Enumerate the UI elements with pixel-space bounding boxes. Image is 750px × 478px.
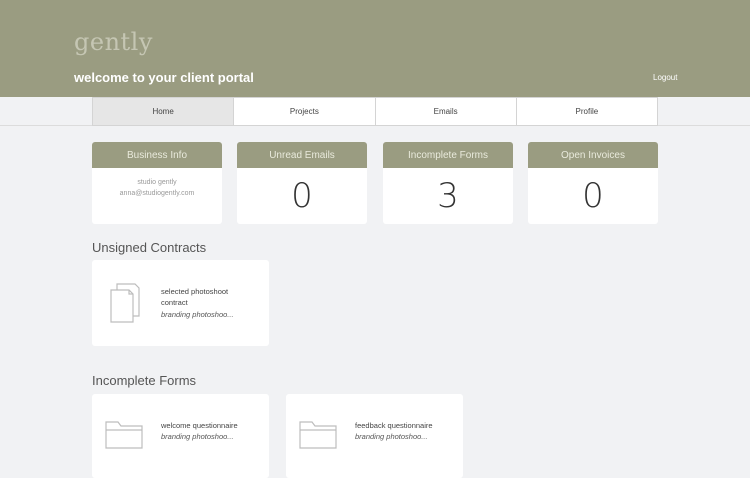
header: gently welcome to your client portal Log… <box>0 0 750 97</box>
unread-emails-card[interactable]: Unread Emails 0 <box>237 142 367 224</box>
open-invoices-card[interactable]: Open Invoices 0 <box>528 142 658 224</box>
welcome-title: welcome to your client portal <box>74 70 254 85</box>
document-icon <box>109 282 141 329</box>
form-card[interactable]: welcome questionnaire branding photoshoo… <box>92 394 269 478</box>
incomplete-forms-count: 3 <box>437 176 459 216</box>
logo: gently <box>74 28 153 56</box>
form-card[interactable]: feedback questionnaire branding photosho… <box>286 394 463 478</box>
contract-project: branding photoshoo... <box>161 310 234 319</box>
contract-card[interactable]: selected photoshoot contract branding ph… <box>92 260 269 346</box>
incomplete-forms-card[interactable]: Incomplete Forms 3 <box>383 142 513 224</box>
unread-emails-count: 0 <box>291 176 313 216</box>
tab-projects[interactable]: Projects <box>233 97 376 126</box>
folder-icon <box>299 418 339 455</box>
form-name: feedback questionnaire <box>355 421 433 430</box>
business-info-title: Business Info <box>92 142 222 168</box>
logout-link[interactable]: Logout <box>653 73 677 82</box>
form-name: welcome questionnaire <box>161 421 238 430</box>
open-invoices-count: 0 <box>582 176 604 216</box>
tab-emails[interactable]: Emails <box>374 97 517 126</box>
tab-home[interactable]: Home <box>92 97 235 126</box>
unsigned-contracts-heading: Unsigned Contracts <box>92 240 207 255</box>
nav-tabs: Home Projects Emails Profile <box>92 97 658 126</box>
contract-name: selected photoshoot contract <box>161 287 229 307</box>
nav-bar: Home Projects Emails Profile <box>0 97 750 126</box>
incomplete-forms-heading: Incomplete Forms <box>92 373 197 388</box>
incomplete-forms-title: Incomplete Forms <box>383 142 513 168</box>
folder-icon <box>105 418 145 455</box>
form-project: branding photoshoo... <box>161 432 234 441</box>
unread-emails-title: Unread Emails <box>237 142 367 168</box>
business-email: anna@studiogently.com <box>119 190 195 197</box>
tab-profile[interactable]: Profile <box>515 97 658 126</box>
form-project: branding photoshoo... <box>355 432 428 441</box>
open-invoices-title: Open Invoices <box>528 142 658 168</box>
business-name: studio gently <box>137 179 177 186</box>
business-info-card: Business Info studio gently anna@studiog… <box>92 142 222 224</box>
